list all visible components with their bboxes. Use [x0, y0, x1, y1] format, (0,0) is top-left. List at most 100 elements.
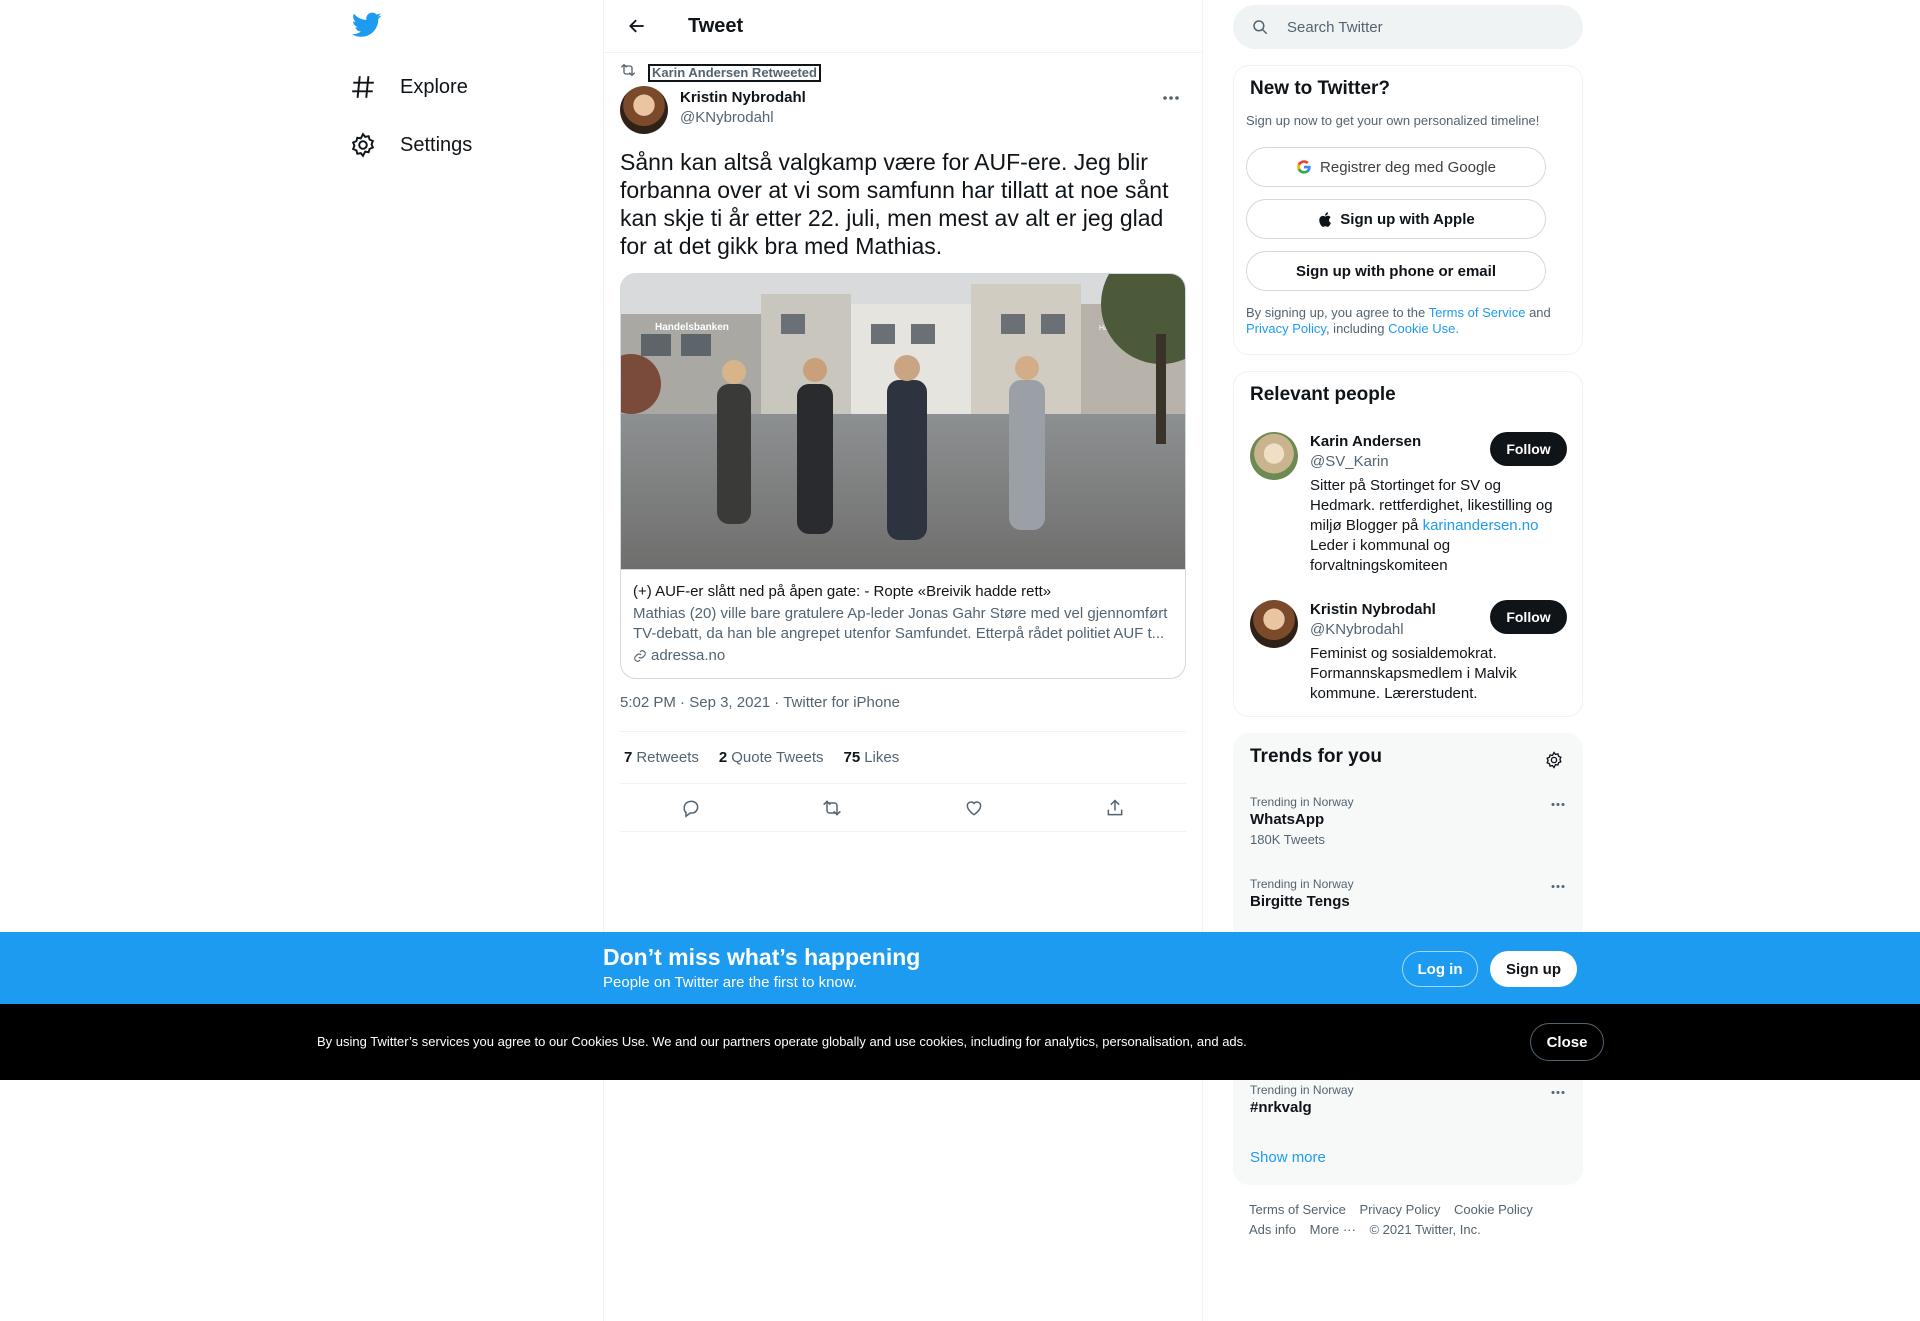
cookie-close-button[interactable]: Close	[1530, 1023, 1604, 1061]
follow-button[interactable]: Follow	[1490, 600, 1567, 634]
signup-box: New to Twitter? Sign up now to get your …	[1233, 65, 1583, 355]
tweet-actions	[620, 784, 1186, 832]
bottom-bar-title: Don’t miss what’s happening	[603, 944, 921, 970]
main-header: Tweet	[604, 0, 1202, 53]
nav-label-settings: Settings	[400, 133, 473, 156]
nav-item-settings[interactable]: Settings	[348, 120, 472, 170]
bio-link[interactable]: karinandersen.no	[1423, 517, 1539, 534]
nav-item-explore[interactable]: Explore	[348, 62, 468, 112]
footer-link[interactable]: Privacy Policy	[1359, 1202, 1440, 1217]
tweet-time[interactable]: 5:02 PM	[620, 694, 676, 711]
trend-item[interactable]: Trending in Norway Birgitte Tengs	[1250, 876, 1570, 912]
main-column: Tweet Karin Andersen Retweeted Kristin N…	[603, 0, 1203, 1321]
likes-label: Likes	[864, 749, 900, 766]
back-button[interactable]	[620, 9, 654, 43]
google-signup-label: Registrer deg med Google	[1320, 158, 1496, 176]
trend-more-button[interactable]	[1546, 1082, 1570, 1102]
trend-context: Trending in Norway	[1250, 795, 1354, 809]
google-signup-button[interactable]: Registrer deg med Google	[1246, 147, 1546, 187]
show-more-link[interactable]: Show more	[1250, 1149, 1326, 1166]
legal-text-3: , including	[1325, 321, 1385, 336]
retweet-icon	[823, 799, 842, 816]
card-description: Mathias (20) ville bare gratulere Ap-led…	[633, 605, 1168, 642]
gear-icon	[348, 130, 378, 160]
footer-links: Terms of Service Privacy Policy Cookie P…	[1249, 1200, 1569, 1240]
trend-more-button[interactable]	[1546, 876, 1570, 896]
quote-tweets-stat[interactable]: 2 Quote Tweets	[719, 749, 824, 766]
person-bio: Feminist og sosialdemokrat. Formannskaps…	[1310, 645, 1517, 702]
search-bar[interactable]	[1233, 5, 1583, 49]
retweets-label: Retweets	[636, 749, 699, 766]
trend-context: Trending in Norway	[1250, 877, 1354, 891]
login-button[interactable]: Log in	[1402, 951, 1478, 987]
page-title: Tweet	[688, 14, 744, 37]
footer-link[interactable]: Ads info	[1249, 1222, 1296, 1237]
ellipsis-icon	[1551, 1090, 1565, 1094]
privacy-link[interactable]: Privacy Policy	[1246, 321, 1326, 336]
arrow-left-icon	[629, 19, 644, 33]
trend-more-button[interactable]	[1546, 794, 1570, 814]
bottom-signup-bar: Don’t miss what’s happening People on Tw…	[0, 932, 1920, 1004]
likes-stat[interactable]: 75 Likes	[844, 749, 900, 766]
follow-button[interactable]: Follow	[1490, 432, 1567, 466]
trends-settings-button[interactable]	[1542, 748, 1566, 772]
search-input[interactable]	[1287, 18, 1567, 36]
footer-link[interactable]: Cookie Policy	[1454, 1202, 1533, 1217]
tweet-text: Sånn kan altså valgkamp være for AUF-ere…	[620, 149, 1169, 259]
signup-title: New to Twitter?	[1250, 78, 1391, 99]
gear-icon	[1546, 751, 1562, 769]
reply-icon	[683, 800, 699, 818]
retweets-stat[interactable]: 7 Retweets	[624, 749, 699, 766]
cookie-use-link[interactable]: Cookie Use.	[1388, 321, 1459, 336]
card-title: (+) AUF-er slått ned på åpen gate: - Rop…	[633, 583, 1052, 600]
apple-signup-label: Sign up with Apple	[1340, 210, 1475, 228]
like-button[interactable]	[957, 791, 991, 825]
ellipsis-icon	[1163, 96, 1179, 100]
share-button[interactable]	[1098, 791, 1132, 825]
copyright: © 2021 Twitter, Inc.	[1369, 1222, 1481, 1237]
cookie-banner: By using Twitter’s services you agree to…	[0, 1004, 1920, 1080]
tweet-date[interactable]: Sep 3, 2021	[689, 694, 770, 711]
terms-link[interactable]: Terms of Service	[1429, 305, 1526, 320]
heart-icon	[966, 800, 982, 816]
avatar[interactable]	[620, 86, 668, 134]
reply-button[interactable]	[674, 791, 708, 825]
legal-text-1: By signing up, you agree to the	[1246, 305, 1426, 320]
author-handle[interactable]: @KNybrodahl	[680, 108, 806, 128]
trend-name: #nrkvalg	[1250, 1099, 1312, 1116]
card-image: Handelsbanken Hästens	[621, 274, 1185, 570]
retweet-icon	[620, 62, 636, 83]
avatar[interactable]	[1250, 600, 1298, 648]
retweet-button[interactable]	[815, 791, 849, 825]
avatar[interactable]	[1250, 432, 1298, 480]
card-domain: adressa.no	[633, 646, 1173, 666]
tweet-source[interactable]: Twitter for iPhone	[783, 694, 900, 711]
more-options-button[interactable]	[1156, 86, 1186, 110]
footer-link[interactable]: Terms of Service	[1249, 1202, 1346, 1217]
apple-signup-button[interactable]: Sign up with Apple	[1246, 199, 1546, 239]
tweet-author[interactable]: Kristin Nybrodahl @KNybrodahl	[620, 86, 806, 134]
phone-email-signup-button[interactable]: Sign up with phone or email	[1246, 251, 1546, 291]
likes-count: 75	[843, 749, 861, 766]
twitter-bird-icon[interactable]	[351, 12, 384, 42]
phone-email-signup-label: Sign up with phone or email	[1295, 262, 1496, 280]
tweet-meta: 5:02 PM · Sep 3, 2021 · Twitter for iPho…	[620, 694, 900, 711]
ellipsis-icon	[1551, 802, 1565, 806]
link-card[interactable]: Handelsbanken Hästens (+) AUF-er slått n…	[620, 273, 1186, 679]
bottom-bar-subtitle: People on Twitter are the first to know.	[603, 974, 858, 991]
person-bio-text: Leder i kommunal og forvaltningskomiteen	[1310, 537, 1451, 574]
trend-item[interactable]: Trending in Norway #nrkvalg	[1250, 1082, 1570, 1118]
trends-title: Trends for you	[1250, 746, 1382, 767]
retweet-context: Karin Andersen Retweeted	[620, 62, 821, 83]
search-icon	[1253, 20, 1268, 35]
footer-link[interactable]: More ···	[1310, 1222, 1356, 1237]
retweeted-by-link[interactable]: Karin Andersen Retweeted	[648, 63, 821, 82]
link-icon	[634, 650, 646, 662]
signup-button[interactable]: Sign up	[1490, 951, 1577, 987]
trend-item[interactable]: Trending in Norway WhatsApp 180K Tweets	[1250, 794, 1570, 848]
hashtag-icon	[348, 72, 378, 102]
relevant-people-box: Relevant people Karin Andersen @SV_Karin…	[1233, 371, 1583, 717]
author-name[interactable]: Kristin Nybrodahl	[680, 88, 806, 108]
quotes-label: Quote Tweets	[731, 749, 824, 766]
trend-name: Birgitte Tengs	[1250, 893, 1350, 910]
